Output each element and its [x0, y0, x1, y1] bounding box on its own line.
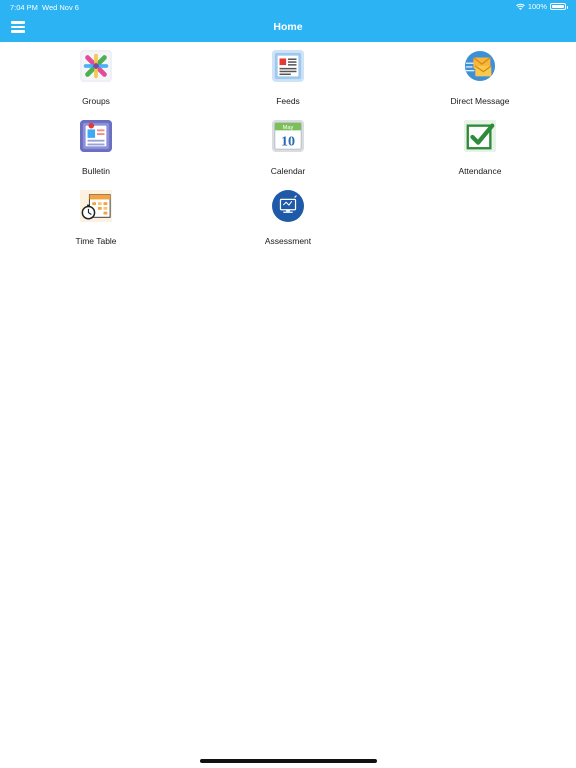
tile-label: Groups: [82, 96, 110, 106]
tile-groups[interactable]: Groups: [36, 42, 156, 106]
tile-label: Feeds: [276, 96, 300, 106]
wifi-icon: [515, 3, 525, 10]
battery-icon: [550, 3, 568, 10]
attendance-icon: [464, 120, 496, 152]
status-date: Wed Nov 6: [42, 3, 79, 12]
tile-feeds[interactable]: Feeds: [228, 42, 348, 106]
app-header: 7:04 PM Wed Nov 6 100% Home: [0, 0, 576, 42]
tile-label: Attendance: [458, 166, 502, 176]
assessment-icon: [272, 190, 304, 222]
calendar-day: 10: [281, 133, 295, 149]
battery-percent: 100%: [527, 2, 547, 11]
page-title: Home: [273, 21, 303, 33]
tile-assessment[interactable]: Assessment: [228, 182, 348, 246]
status-time: 7:04 PM: [10, 3, 38, 12]
tile-time-table[interactable]: Time Table: [36, 182, 156, 246]
status-bar: 7:04 PM Wed Nov 6 100%: [0, 0, 576, 14]
tile-direct-message[interactable]: Direct Message: [420, 42, 540, 106]
status-indicators: 100%: [515, 2, 568, 11]
home-indicator: [200, 759, 377, 763]
tile-label: Bulletin: [82, 166, 110, 176]
tile-calendar[interactable]: May 10 Calendar: [228, 112, 348, 176]
feeds-icon: [272, 50, 304, 82]
direct-message-icon: [464, 50, 496, 82]
time-table-icon: [80, 190, 112, 222]
tile-bulletin[interactable]: Bulletin: [36, 112, 156, 176]
calendar-icon: May 10: [272, 120, 304, 152]
tile-label: Direct Message: [450, 96, 510, 106]
groups-icon: [80, 50, 112, 82]
tile-attendance[interactable]: Attendance: [420, 112, 540, 176]
calendar-month: May: [283, 125, 294, 131]
bulletin-icon: [80, 120, 112, 152]
tile-label: Time Table: [75, 236, 117, 246]
tile-label: Assessment: [264, 236, 312, 246]
tile-label: Calendar: [270, 166, 306, 176]
